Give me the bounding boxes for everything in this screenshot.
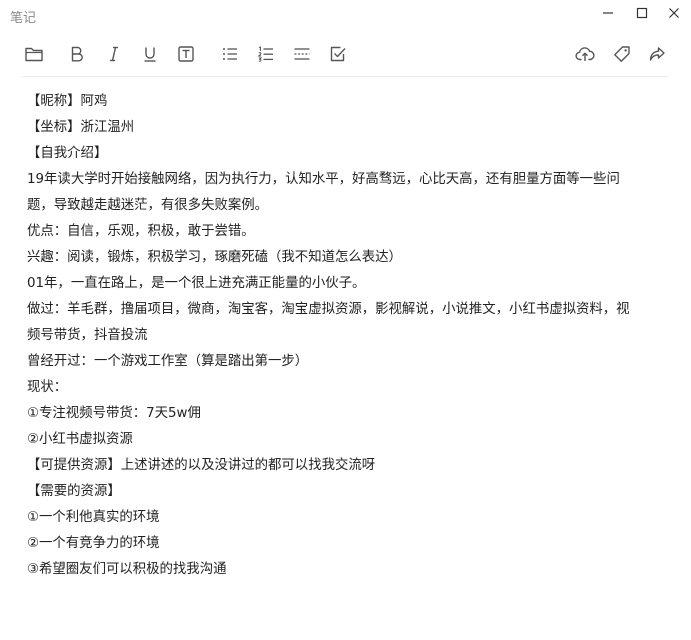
note-line: ②小红书虚拟资源 bbox=[27, 432, 133, 447]
tag-icon bbox=[613, 45, 631, 63]
text-box-button[interactable] bbox=[174, 42, 198, 66]
close-icon bbox=[668, 4, 680, 23]
divider-line-button[interactable] bbox=[290, 42, 314, 66]
upload-button[interactable] bbox=[573, 42, 597, 66]
bold-icon bbox=[68, 45, 86, 63]
note-line: 【需要的资源】 bbox=[27, 484, 121, 499]
note-line: 优点：自信，乐观，积极，敢于尝错。 bbox=[27, 224, 255, 239]
bullet-list-button[interactable] bbox=[218, 42, 242, 66]
numbered-list-icon bbox=[257, 45, 275, 63]
window-title: 笔记 bbox=[10, 11, 37, 26]
share-icon bbox=[648, 45, 666, 63]
title-bar: 笔记 bbox=[0, 0, 691, 30]
italic-icon bbox=[105, 45, 123, 63]
folder-button[interactable] bbox=[22, 42, 46, 66]
bullet-list-icon bbox=[221, 45, 239, 63]
note-line: 现状： bbox=[27, 380, 68, 395]
note-window: 笔记 【昵称】阿鸡 【坐标】浙江温州 【自我介绍】 19年读大学时开始接触网络，… bbox=[0, 0, 691, 640]
bold-button[interactable] bbox=[65, 42, 89, 66]
close-button[interactable] bbox=[656, 0, 691, 26]
italic-button[interactable] bbox=[102, 42, 126, 66]
note-line: 【昵称】阿鸡 bbox=[27, 94, 108, 109]
underline-button[interactable] bbox=[138, 42, 162, 66]
note-line: ①一个利他真实的环境 bbox=[27, 510, 160, 525]
share-button[interactable] bbox=[645, 42, 669, 66]
note-line: 【自我介绍】 bbox=[27, 146, 108, 161]
divider-line-icon bbox=[293, 45, 311, 63]
note-line: 题，导致越走越迷茫，有很多失败案例。 bbox=[27, 198, 269, 213]
cloud-upload-icon bbox=[575, 45, 595, 63]
underline-icon bbox=[141, 45, 159, 63]
note-body[interactable]: 【昵称】阿鸡 【坐标】浙江温州 【自我介绍】 19年读大学时开始接触网络，因为执… bbox=[27, 89, 667, 583]
folder-icon bbox=[24, 45, 44, 63]
note-line: 19年读大学时开始接触网络，因为执行力，认知水平，好高骛远，心比天高，还有胆量方… bbox=[27, 172, 620, 187]
tag-button[interactable] bbox=[610, 42, 634, 66]
note-line: 做过：羊毛群，撸届项目，微商，淘宝客，淘宝虚拟资源，影视解说，小说推文，小红书虚… bbox=[27, 302, 630, 317]
toolbar-divider bbox=[22, 76, 668, 77]
maximize-icon bbox=[636, 4, 648, 23]
note-line: ②一个有竞争力的环境 bbox=[27, 536, 160, 551]
checkbox-button[interactable] bbox=[326, 42, 350, 66]
note-line: ③希望圈友们可以积极的找我沟通 bbox=[27, 562, 227, 577]
text-box-icon bbox=[177, 45, 195, 63]
checkbox-icon bbox=[329, 45, 347, 63]
note-line: 兴趣：阅读，锻炼，积极学习，琢磨死磕（我不知道怎么表达） bbox=[27, 250, 402, 265]
note-line: 频号带货，抖音投流 bbox=[27, 328, 148, 343]
note-line: 【可提供资源】上述讲述的以及没讲过的都可以找我交流呀 bbox=[27, 458, 376, 473]
note-line: 01年，一直在路上，是一个很上进充满正能量的小伙子。 bbox=[27, 276, 366, 291]
note-line: 曾经开过：一个游戏工作室（算是踏出第一步） bbox=[27, 354, 309, 369]
note-line: 【坐标】浙江温州 bbox=[27, 120, 135, 135]
note-line: ①专注视频号带货：7天5w佣 bbox=[27, 406, 201, 421]
minimize-button[interactable] bbox=[590, 0, 626, 26]
editor-toolbar bbox=[22, 40, 668, 68]
numbered-list-button[interactable] bbox=[254, 42, 278, 66]
minimize-icon bbox=[602, 4, 614, 23]
maximize-button[interactable] bbox=[624, 0, 660, 26]
